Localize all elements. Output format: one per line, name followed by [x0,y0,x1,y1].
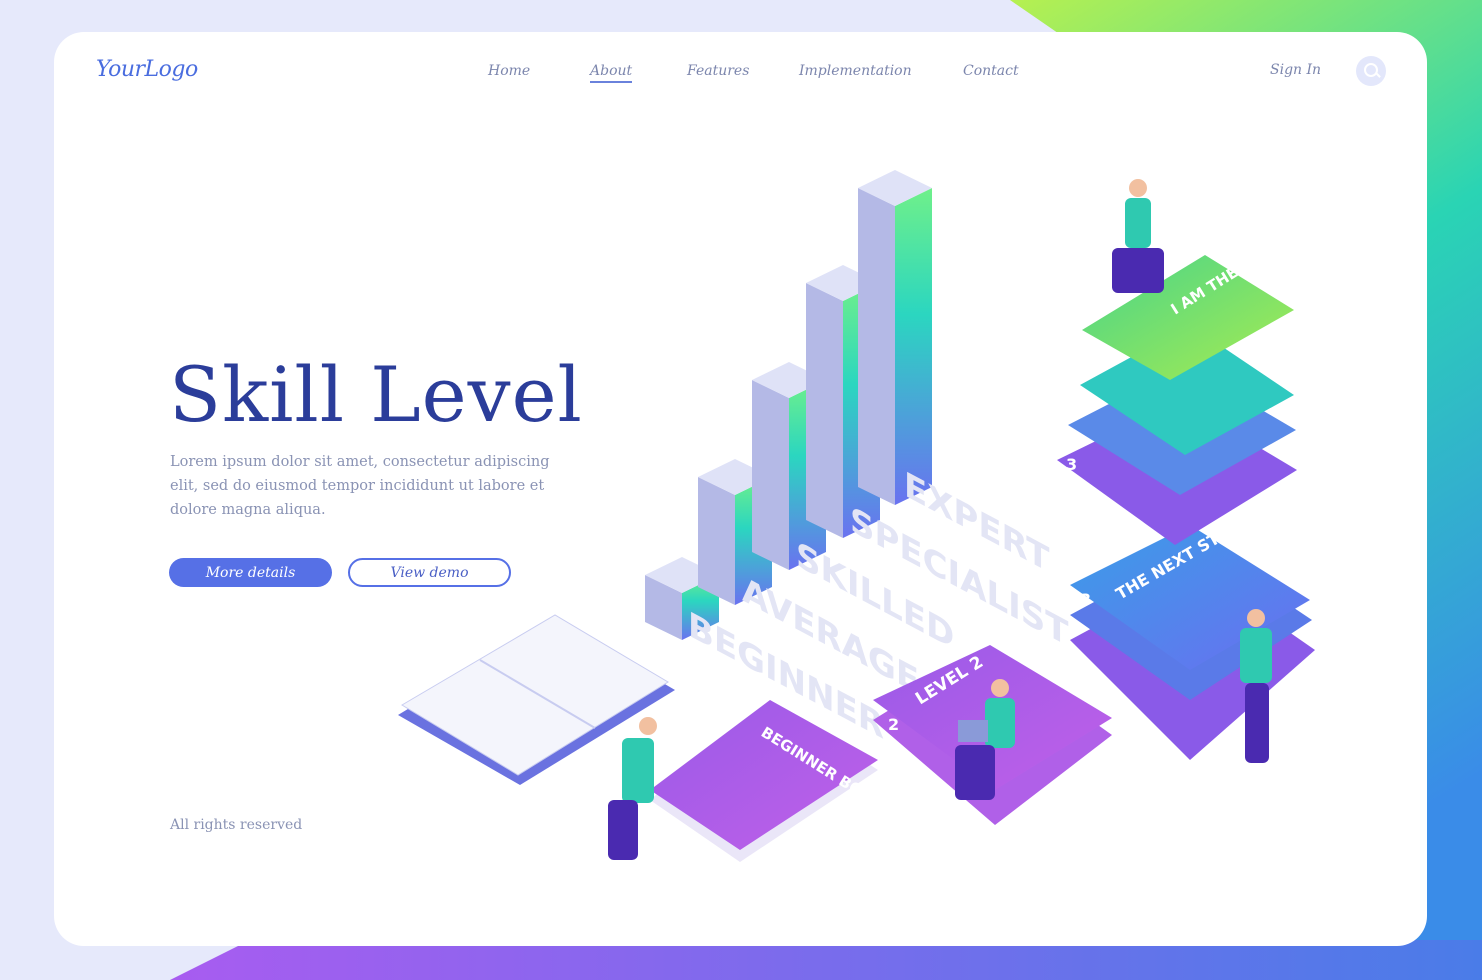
next-step-book-stack: THE NEXT STEP 3 [1070,517,1315,760]
person-climbing [608,717,657,860]
landing-card: YourLogo Home About Features Implementat… [54,32,1427,946]
bar-1-left-face [698,477,735,605]
skill-illustration: BEGINNER AVERAGE SKILLED SPECIALIST EXPE… [398,170,1315,862]
bar-4-left-face [858,188,895,505]
book-spine-number: 3 [1066,455,1077,474]
bar-2-left-face [752,380,789,570]
book-spine-number: 3 [1080,590,1091,609]
bar-4-right-face [895,188,932,505]
bar-3-left-face [806,283,843,538]
skill-bars [645,170,932,640]
expert-book-stack: I AM THE EXPERT 3 [1057,226,1301,545]
person-jumping [1112,179,1164,293]
book-spine-number: 2 [888,715,899,734]
